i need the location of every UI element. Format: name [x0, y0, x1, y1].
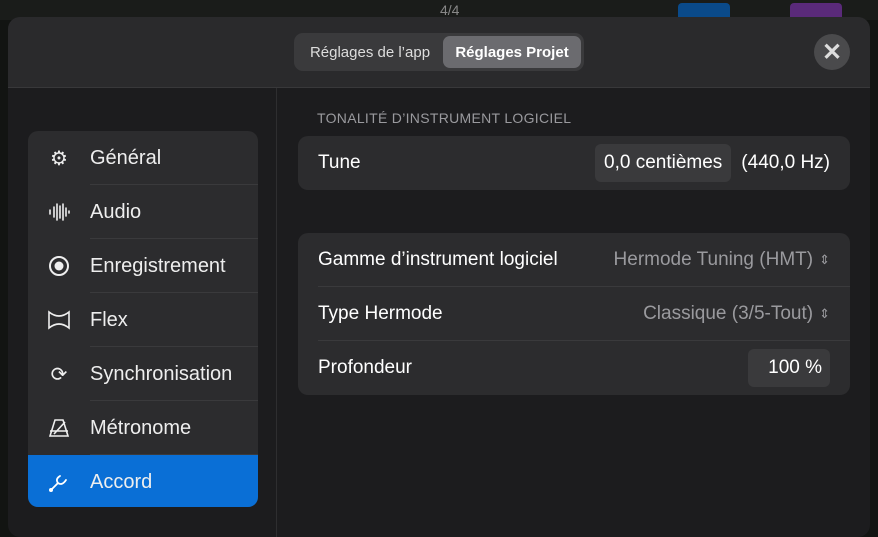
scale-row: Gamme d’instrument logiciel Hermode Tuni… [298, 233, 850, 287]
sidebar-item-label: Enregistrement [90, 254, 226, 277]
depth-row: Profondeur 100 % [298, 341, 850, 395]
tune-hz: (440,0 Hz) [741, 152, 830, 173]
tune-card: Tune 0,0 centièmes (440,0 Hz) [298, 136, 850, 190]
settings-modal: Réglages de l’app Réglages Projet ✕ ⚙ Gén… [8, 17, 870, 537]
sync-icon: ⟳ [50, 363, 68, 386]
close-button[interactable]: ✕ [814, 34, 850, 70]
sidebar-item-label: Flex [90, 308, 128, 331]
hermode-select[interactable]: Classique (3/5-Tout) [643, 303, 813, 325]
sidebar-item-general[interactable]: ⚙ Général [28, 131, 258, 185]
settings-segmented-control: Réglages de l’app Réglages Projet [294, 33, 584, 71]
scale-card: Gamme d’instrument logiciel Hermode Tuni… [298, 233, 850, 395]
background-time-signature: 4/4 [440, 2, 460, 18]
record-icon [28, 255, 90, 277]
waveform-icon [28, 202, 90, 222]
tab-app-settings[interactable]: Réglages de l’app [297, 36, 443, 68]
chevron-up-down-icon: ⇕ [819, 306, 830, 321]
modal-header: Réglages de l’app Réglages Projet ✕ [8, 17, 870, 88]
sidebar: ⚙ Général Audio Enregistrement Flex ⟳ Sync… [28, 131, 258, 507]
scale-label: Gamme d’instrument logiciel [318, 249, 558, 270]
hermode-label: Type Hermode [318, 303, 443, 324]
metronome-icon [28, 418, 90, 438]
sidebar-item-label: Synchronisation [90, 362, 233, 385]
depth-label: Profondeur [318, 357, 413, 378]
sidebar-item-recording[interactable]: Enregistrement [28, 239, 258, 293]
depth-input[interactable]: 100 % [748, 349, 830, 387]
scale-select[interactable]: Hermode Tuning (HMT) [614, 249, 814, 271]
tuning-fork-icon [28, 471, 90, 493]
tune-row: Tune 0,0 centièmes (440,0 Hz) [298, 136, 850, 190]
sidebar-item-flex[interactable]: Flex [28, 293, 258, 347]
sidebar-item-label: Général [90, 146, 162, 169]
tune-input[interactable]: 0,0 centièmes [595, 144, 732, 182]
section-title: TONALITÉ D’INSTRUMENT LOGICIEL [317, 110, 572, 126]
chevron-up-down-icon: ⇕ [819, 252, 830, 267]
sidebar-item-sync[interactable]: ⟳ Synchronisation [28, 347, 258, 401]
tab-project-settings[interactable]: Réglages Projet [443, 36, 581, 68]
sidebar-item-label: Accord [90, 470, 153, 493]
tune-label: Tune [318, 152, 361, 173]
sidebar-item-tuning[interactable]: Accord [28, 455, 258, 507]
sidebar-item-metronome[interactable]: Métronome [28, 401, 258, 455]
hermode-row: Type Hermode Classique (3/5-Tout) ⇕ [298, 287, 850, 341]
sidebar-item-label: Audio [90, 200, 142, 223]
divider [276, 88, 277, 537]
gear-icon: ⚙ [50, 147, 68, 170]
flex-icon [28, 310, 90, 330]
close-icon: ✕ [821, 38, 843, 66]
sidebar-item-audio[interactable]: Audio [28, 185, 258, 239]
sidebar-item-label: Métronome [90, 416, 192, 439]
